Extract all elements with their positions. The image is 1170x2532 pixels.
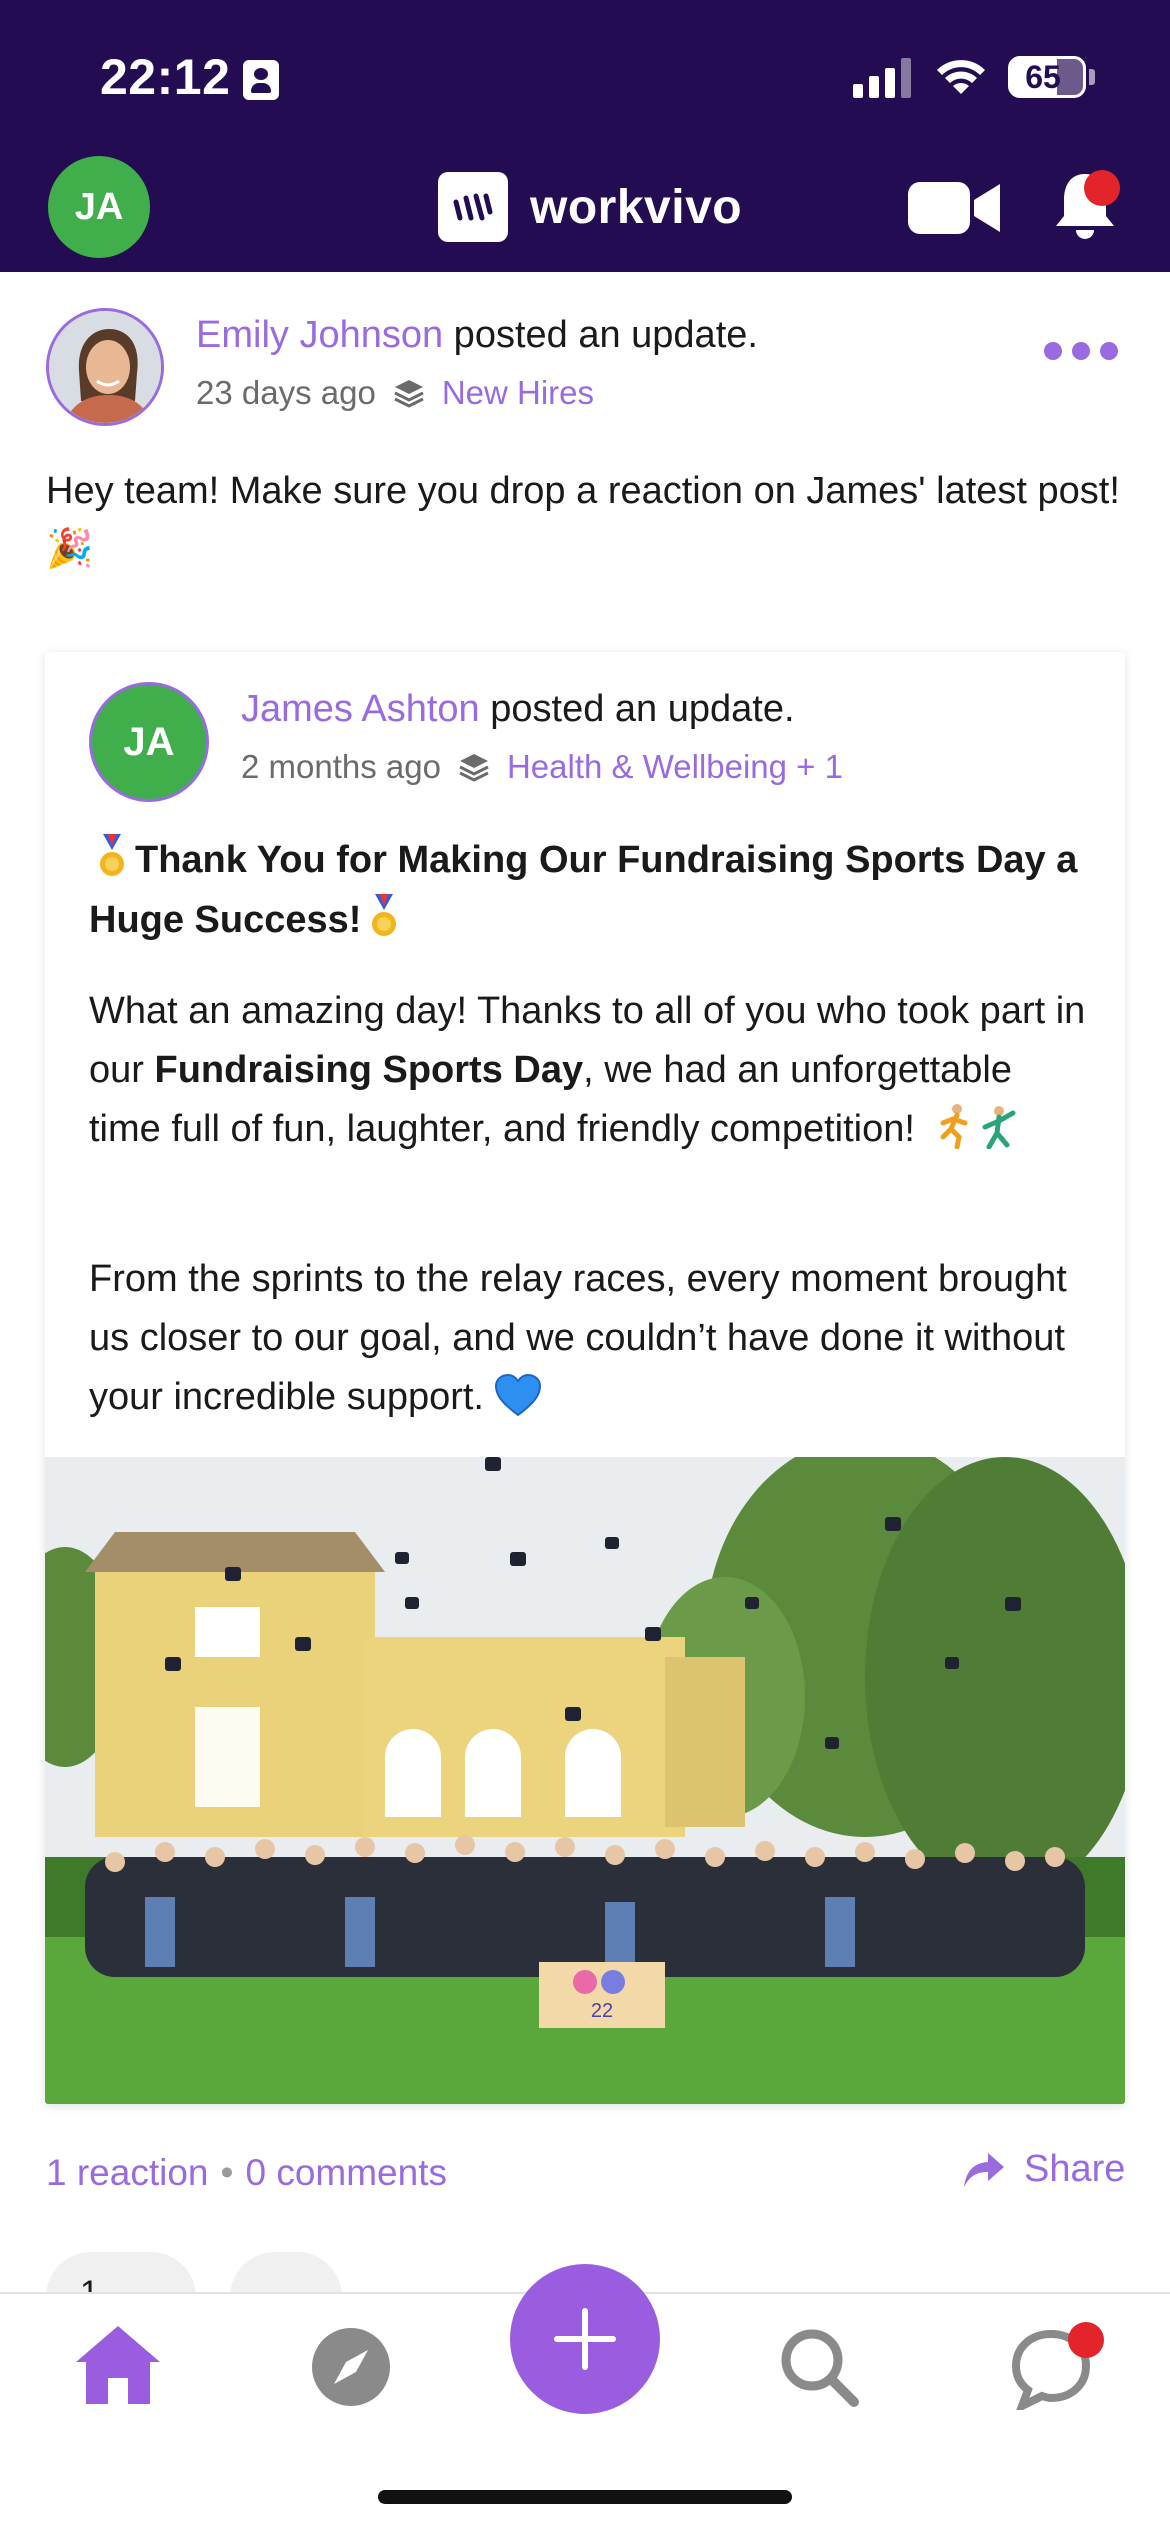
shared-post-paragraph-1: What an amazing day! Thanks to all of yo… [89, 982, 1089, 1159]
share-label: Share [1024, 2148, 1126, 2190]
share-button[interactable]: Share [962, 2148, 1125, 2191]
reactions-link[interactable]: 1 reaction [46, 2152, 209, 2193]
chat-badge [1068, 2322, 1104, 2358]
post-body: Hey team! Make sure you drop a reaction … [46, 470, 1120, 570]
post-time: 23 days ago [196, 374, 376, 411]
post-group-link[interactable]: New Hires [442, 374, 594, 412]
brand: workvivo [438, 172, 742, 242]
paragraph-text: From the sprints to the relay races, eve… [89, 1258, 1067, 1418]
search-icon[interactable] [778, 2326, 860, 2408]
layers-icon [394, 380, 424, 408]
battery-tip [1089, 69, 1095, 85]
shared-post-group-link[interactable]: Health & Wellbeing + 1 [507, 748, 843, 786]
brand-name: workvivo [530, 180, 743, 234]
post-stats: 1 reaction • 0 comments [46, 2152, 447, 2194]
plus-icon [554, 2308, 616, 2370]
shared-author-name[interactable]: James Ashton [241, 688, 480, 730]
shared-post-title: Thank You for Making Our Fundraising Spo… [89, 830, 1089, 950]
share-icon [964, 2152, 1004, 2187]
shared-post-meta: 2 months ago Health & Wellbeing + 1 [241, 748, 843, 786]
medal-icon [369, 894, 399, 940]
post-meta: 23 days ago New Hires [196, 374, 594, 412]
compass-icon[interactable] [310, 2326, 392, 2408]
blue-heart-icon [494, 1373, 542, 1417]
shared-author-avatar[interactable]: JA [89, 682, 209, 802]
wifi-icon [937, 60, 985, 94]
shared-post-time: 2 months ago [241, 748, 441, 785]
shared-post-header: James Ashton posted an update. [241, 688, 795, 731]
create-post-button[interactable] [510, 2264, 660, 2414]
shared-post-paragraph-2: From the sprints to the relay races, eve… [89, 1250, 1089, 1427]
home-indicator [378, 2490, 792, 2504]
post-action: posted an update. [443, 314, 758, 356]
stats-separator: • [220, 2152, 234, 2193]
notification-badge [1084, 170, 1120, 206]
banner-text: 22 [591, 2000, 613, 2022]
workvivo-logo [438, 172, 508, 242]
paragraph-bold-text: Fundraising Sports Day [154, 1049, 584, 1091]
post-header: Emily Johnson posted an update. [196, 314, 758, 357]
shared-post-card[interactable]: JA James Ashton posted an update. 2 mont… [45, 652, 1125, 2104]
status-time: 22:12 [100, 49, 231, 105]
shared-post-title-text: Thank You for Making Our Fundraising Spo… [89, 839, 1078, 941]
post-author-avatar[interactable] [46, 308, 164, 426]
user-avatar[interactable]: JA [48, 156, 150, 258]
medal-icon [97, 834, 127, 880]
shared-post-action: posted an update. [479, 688, 795, 730]
id-card-icon [243, 60, 279, 100]
layers-icon [459, 754, 489, 782]
post-author-name[interactable]: Emily Johnson [196, 314, 443, 356]
home-icon[interactable] [72, 2322, 164, 2408]
cellular-signal-icon [853, 56, 913, 98]
sport-emoji-icon [940, 1104, 1016, 1149]
event-photo[interactable]: 22 [45, 1457, 1125, 2104]
comments-link[interactable]: 0 comments [245, 2152, 447, 2193]
video-icon[interactable] [908, 178, 1000, 238]
battery-indicator: 65 [1008, 56, 1086, 98]
more-options-icon[interactable] [1044, 342, 1118, 360]
